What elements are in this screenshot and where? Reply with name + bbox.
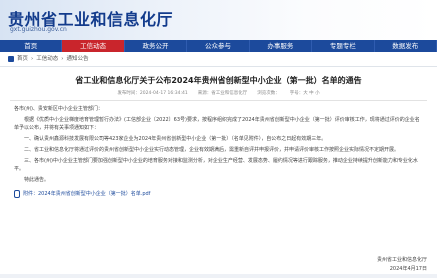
attachment-label[interactable]: 附件：2024年贵州省创新型中小企业（第一批）名单.pdf [23,190,150,198]
paragraph: 三、各市(州)中小企业主管部门要加强创新型中小企业的培育服务对接和监测分析，对企… [14,158,418,172]
sign-date: 2024年4月17日 [389,266,427,272]
nav-item-topics[interactable]: 专题专栏 [312,40,375,52]
footer-bar [0,274,437,278]
font-size-controls[interactable]: 字号：大 中 小 [290,90,320,96]
attachment-icon [14,190,20,198]
salutation: 各市(州)、贵安新区中小企业主管部门： [14,106,103,112]
signature-block: 贵州省工业和信息化厅 2024年4月17日 [377,256,427,274]
breadcrumb-home[interactable]: 首页 [17,52,28,66]
home-icon [8,56,14,62]
view-count: 浏览次数： [257,91,280,96]
nav-item-home[interactable]: 首页 [0,40,63,52]
nav-item-services[interactable]: 办事服务 [250,40,313,52]
breadcrumb-separator: › [61,56,64,62]
site-url: gxt.guizhou.gov.cn [10,26,67,33]
nav-item-news[interactable]: 工信动态 [62,40,125,52]
attachment-link[interactable]: 附件：2024年贵州省创新型中小企业（第一批）名单.pdf [14,190,423,198]
paragraph: 根据《优质中小企业梯度培育管理暂行办法》(工信部企业〔2022〕63号)要求，按… [14,117,420,131]
nav-item-data[interactable]: 数据发布 [375,40,437,52]
article-meta: 发布时间：2024-04-17 16:34:41 来源：省工业和信息化厅 浏览次… [0,90,437,96]
article-body: 各市(州)、贵安新区中小企业主管部门： 根据《优质中小企业梯度培育管理暂行办法》… [0,105,437,198]
breadcrumb-news[interactable]: 工信动态 [36,52,58,66]
paragraph: 二、省工业和信息化厅将通过评价的贵州省创新型中小企业实行动态管理，企业有效期满后… [24,147,400,153]
paragraph: 一、确认贵州鑫源科技发展有限公司等423家企业为2024年贵州省创新型中小企业（… [24,136,327,142]
nav-item-public-affairs[interactable]: 政务公开 [125,40,188,52]
breadcrumb-separator: › [31,56,34,62]
main-nav: 首页 工信动态 政务公开 公众参与 办事服务 专题专栏 数据发布 [0,40,437,52]
signature: 贵州省工业和信息化厅 [376,257,427,263]
site-header: 贵州省工业和信息化厅 gxt.guizhou.gov.cn [0,0,437,40]
paragraph: 特此通告。 [24,177,50,183]
nav-item-participation[interactable]: 公众参与 [187,40,250,52]
divider [10,100,427,101]
publish-date: 发布时间：2024-04-17 16:34:41 [117,91,188,96]
breadcrumb: 首页 › 工信动态 › 通知公告 [0,52,437,67]
article-source: 来源：省工业和信息化厅 [197,91,248,96]
article-title: 省工业和信息化厅关于公布2024年贵州省创新型中小企业（第一批）名单的通告 [75,76,362,85]
breadcrumb-notice[interactable]: 通知公告 [66,52,88,66]
